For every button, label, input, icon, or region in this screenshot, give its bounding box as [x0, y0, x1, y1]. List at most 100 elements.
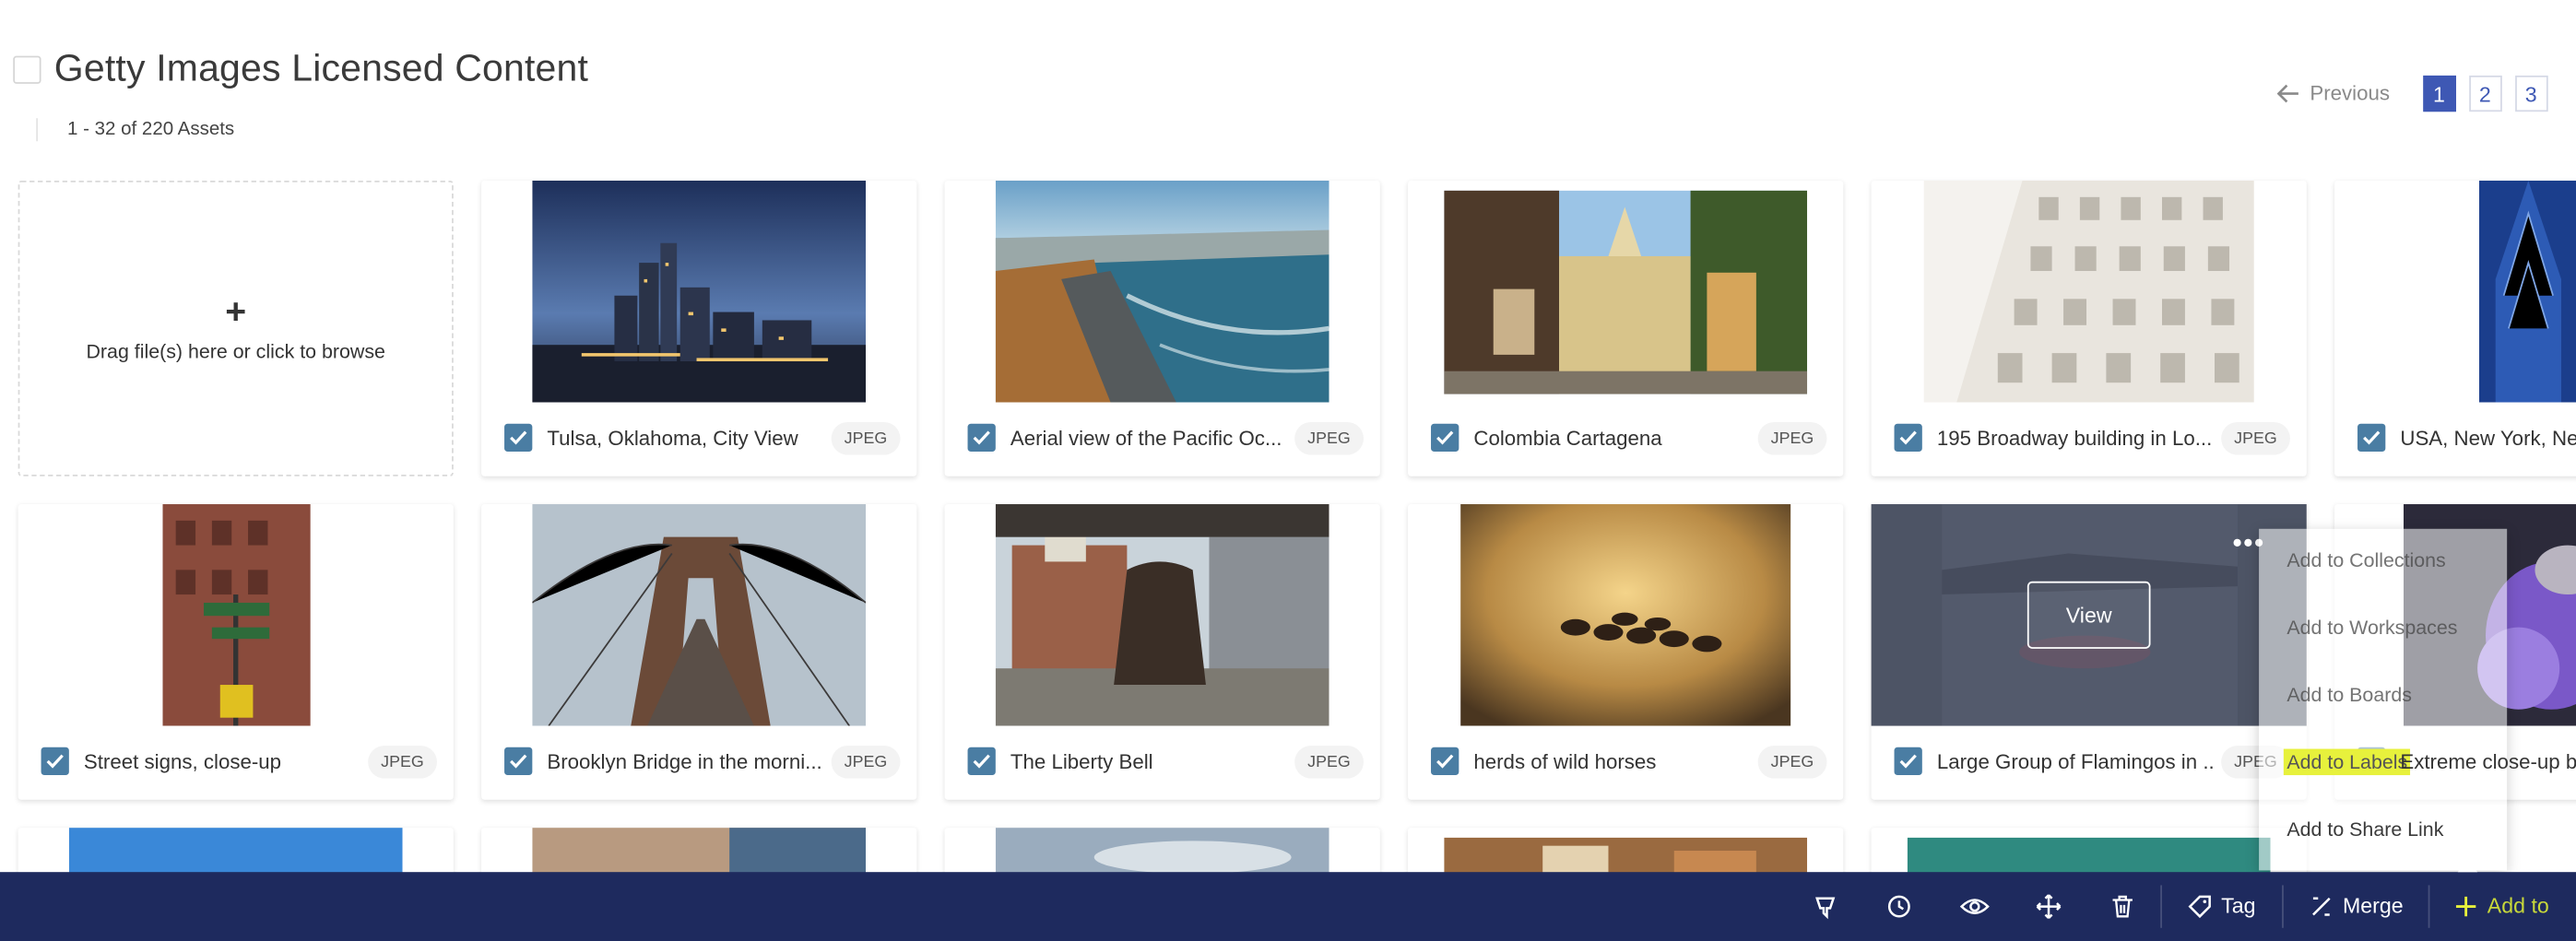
check-icon — [46, 754, 64, 769]
asset-browser: Getty Images Licensed Content 1 - 32 of … — [0, 0, 2576, 941]
bulk-action-bar: Tag Merge Add to — [0, 872, 2576, 941]
page-2-button[interactable]: 2 — [2468, 75, 2502, 112]
plus-icon[interactable] — [2452, 892, 2481, 922]
divider — [2428, 885, 2430, 928]
asset-thumbnail[interactable] — [481, 504, 916, 726]
file-type-badge: JPEG — [2220, 421, 2290, 455]
asset-thumbnail[interactable] — [1408, 181, 1843, 403]
asset-checkbox[interactable] — [967, 747, 996, 776]
asset-card[interactable]: Street signs, close-up JPEG — [18, 504, 454, 800]
asset-thumbnail[interactable] — [1872, 181, 2307, 403]
asset-card[interactable]: Colombia Cartagena JPEG — [1408, 181, 1844, 476]
file-type-badge: JPEG — [1757, 421, 1827, 455]
market-image — [1444, 837, 1808, 877]
asset-card[interactable]: Brooklyn Bridge in the morni... JPEG — [481, 504, 917, 800]
file-type-badge: JPEG — [1757, 745, 1827, 779]
asset-checkbox[interactable] — [967, 423, 996, 453]
check-icon — [1899, 430, 1917, 445]
street-signs-image — [161, 504, 310, 726]
menu-add-to-labels[interactable]: Add to Labels — [2283, 748, 2411, 776]
file-type-badge: JPEG — [1294, 421, 1364, 455]
delete-icon[interactable] — [2108, 892, 2137, 922]
page-1-button[interactable]: 1 — [2422, 75, 2456, 112]
asset-name: 195 Broadway building in Lo... — [1936, 427, 2213, 451]
city-night-image — [532, 181, 867, 403]
plus-icon: + — [225, 290, 247, 332]
asset-checkbox[interactable] — [504, 423, 533, 453]
asset-checkbox[interactable] — [1894, 747, 1922, 776]
asset-thumbnail[interactable] — [481, 181, 916, 403]
history-icon[interactable] — [1885, 892, 1914, 922]
sky-image — [68, 828, 403, 877]
coast-aerial-image — [995, 181, 1329, 403]
broadway-building-image — [1923, 181, 2254, 403]
asset-card[interactable]: The Liberty Bell JPEG — [944, 504, 1380, 800]
wild-horses-image — [1460, 504, 1791, 726]
previous-page-button[interactable]: Previous — [2276, 82, 2390, 105]
menu-add-to-collections[interactable]: Add to Collections — [2286, 548, 2445, 571]
asset-thumbnail[interactable] — [945, 504, 1380, 726]
asset-checkbox[interactable] — [504, 747, 533, 776]
asset-name: USA, New York, New — [2400, 427, 2576, 451]
check-icon — [510, 754, 527, 769]
file-type-badge: JPEG — [367, 745, 437, 779]
check-icon — [973, 430, 990, 445]
sea-image — [1907, 837, 2271, 877]
asset-name: Colombia Cartagena — [1473, 427, 1662, 451]
divider — [2160, 885, 2162, 928]
add-to-button[interactable]: Add to — [2487, 893, 2549, 918]
asset-thumbnail[interactable] — [18, 504, 454, 726]
menu-add-to-share-link[interactable]: Add to Share Link — [2286, 817, 2443, 841]
asset-name: Large Group of Flamingos in ... — [1936, 750, 2214, 774]
merge-button[interactable]: Merge — [2343, 893, 2404, 918]
check-icon — [1436, 754, 1454, 769]
asset-checkbox[interactable] — [2357, 423, 2386, 453]
asset-thumbnail[interactable] — [2478, 181, 2576, 403]
asset-thumbnail[interactable] — [945, 181, 1380, 403]
asset-card[interactable]: Aerial view of the Pacific Oc... JPEG — [944, 181, 1380, 476]
upload-text: Drag file(s) here or click to browse — [86, 339, 385, 363]
tag-button[interactable]: Tag — [2221, 893, 2255, 918]
file-type-badge: JPEG — [831, 421, 901, 455]
check-icon — [1436, 430, 1454, 445]
asset-checkbox[interactable] — [41, 747, 69, 776]
brooklyn-bridge-image — [532, 504, 867, 726]
file-type-badge: JPEG — [1294, 745, 1364, 779]
arrow-left-icon — [2276, 84, 2298, 103]
view-button[interactable]: View — [2027, 581, 2151, 649]
asset-card-hovered[interactable]: View ••• Large Group of Flamingos in ...… — [1871, 504, 2307, 800]
check-icon — [2363, 430, 2381, 445]
merge-icon[interactable] — [2307, 892, 2336, 922]
asset-checkbox[interactable] — [1431, 423, 1459, 453]
upload-dropzone[interactable]: + Drag file(s) here or click to browse — [18, 181, 454, 476]
asset-card[interactable]: 195 Broadway building in Lo... JPEG — [1871, 181, 2307, 476]
file-type-badge: JPEG — [831, 745, 901, 779]
asset-name: Aerial view of the Pacific Oc... — [1010, 427, 1282, 451]
asset-checkbox[interactable] — [1431, 747, 1459, 776]
preview-icon[interactable] — [1959, 892, 1990, 922]
select-all-checkbox[interactable] — [13, 55, 41, 84]
asset-checkbox[interactable] — [1894, 423, 1922, 453]
asset-count: 1 - 32 of 220 Assets — [67, 120, 235, 140]
cartagena-street-image — [1444, 189, 1808, 394]
asset-card[interactable]: herds of wild horses JPEG — [1408, 504, 1844, 800]
add-to-menu: Add to Collections Add to Workspaces Add… — [2259, 528, 2508, 871]
download-icon[interactable] — [1811, 892, 1840, 922]
asset-thumbnail[interactable] — [1408, 504, 1843, 726]
pagination: Previous 1 2 3 — [2276, 72, 2561, 114]
asset-card[interactable]: Tulsa, Oklahoma, City View JPEG — [481, 181, 917, 476]
move-icon[interactable] — [2034, 892, 2063, 922]
asset-name: Tulsa, Oklahoma, City View — [547, 427, 798, 451]
street-image — [532, 828, 867, 877]
count-divider — [36, 118, 38, 142]
menu-add-to-workspaces[interactable]: Add to Workspaces — [2286, 616, 2457, 639]
clouds-image — [995, 828, 1329, 877]
asset-name: Extreme close-up be — [2400, 750, 2576, 774]
page-3-button[interactable]: 3 — [2514, 75, 2548, 112]
check-icon — [510, 430, 527, 445]
check-icon — [1899, 754, 1917, 769]
menu-add-to-boards[interactable]: Add to Boards — [2286, 683, 2412, 706]
tag-icon[interactable] — [2185, 892, 2215, 922]
page-title: Getty Images Licensed Content — [53, 45, 589, 89]
asset-card[interactable]: USA, New York, New — [2334, 181, 2576, 476]
